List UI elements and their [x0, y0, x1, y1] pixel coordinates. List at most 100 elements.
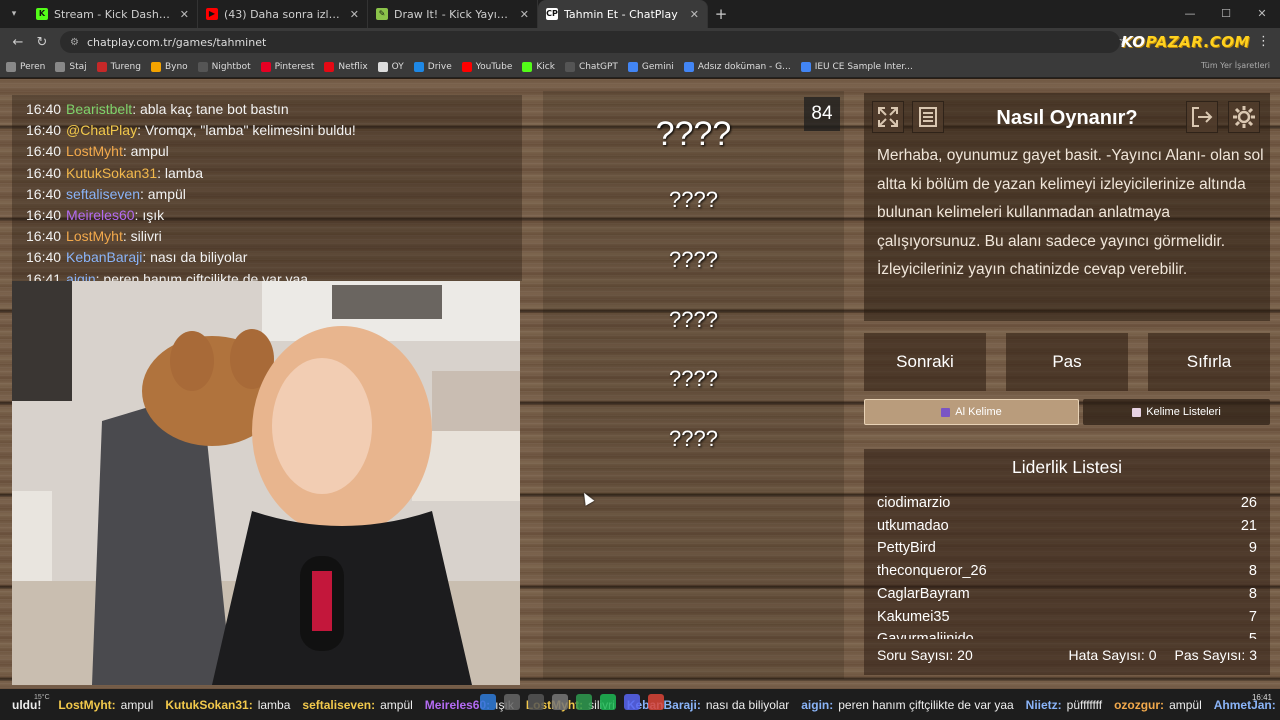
chat-time: 16:40: [26, 143, 62, 160]
spotify-icon[interactable]: [600, 694, 616, 710]
bookmark-item[interactable]: Netflix: [324, 61, 368, 72]
tab-title: (43) Daha sonra izle - YouTube: [224, 7, 344, 21]
bookmark-item[interactable]: Peren: [6, 61, 45, 72]
chrome-icon[interactable]: [648, 694, 664, 710]
bookmark-item[interactable]: Drive: [413, 61, 452, 72]
get-word-button[interactable]: Al Kelime: [864, 399, 1079, 425]
tab-search-icon[interactable]: ▾: [0, 0, 28, 28]
browser-tab[interactable]: ▶ (43) Daha sonra izle - YouTube ✕: [198, 0, 368, 28]
new-tab-button[interactable]: +: [708, 5, 734, 23]
chat-message: 16:41 aigin: peren hanım çiftçilikte de v…: [26, 269, 522, 281]
word-lists-button[interactable]: Kelime Listeleri: [1083, 399, 1270, 425]
whatsapp-icon[interactable]: [576, 694, 592, 710]
hidden-word: ????: [669, 247, 718, 272]
browser-tab[interactable]: CP Tahmin Et - ChatPlay ✕: [538, 0, 708, 28]
settings-gear-icon[interactable]: [1228, 101, 1260, 133]
reload-icon[interactable]: ↻: [30, 35, 54, 50]
ticker-message: ampül: [1169, 697, 1202, 712]
exit-icon[interactable]: [1186, 101, 1218, 133]
pass-button[interactable]: Pas: [1006, 333, 1128, 391]
player-score: 8: [1248, 563, 1257, 580]
leaderboard-row: ciodimarzio 26: [877, 492, 1257, 515]
bookmark-label: ChatGPT: [578, 61, 618, 72]
discord-icon[interactable]: [552, 694, 568, 710]
bookmark-item[interactable]: Pinterest: [260, 61, 314, 72]
chat-time: 16:40: [26, 249, 62, 266]
tab-close-icon[interactable]: ✕: [690, 8, 699, 21]
ticker-message: ampul: [120, 697, 154, 712]
site-info-icon[interactable]: ⚙: [70, 37, 79, 48]
taskbar-clock: 16:41: [1251, 693, 1272, 702]
chat-username[interactable]: KebanBaraji: [66, 249, 142, 265]
chat-separator: :: [157, 164, 165, 181]
chat-separator: :: [122, 228, 131, 245]
next-button[interactable]: Sonraki: [864, 333, 986, 391]
maximize-icon[interactable]: ☐: [1208, 0, 1244, 28]
bookmark-item[interactable]: YouTube: [461, 61, 513, 72]
chat-username[interactable]: seftaliseven: [66, 186, 140, 202]
browser-tab[interactable]: K Stream - Kick Dashboard ✕: [28, 0, 198, 28]
chat-overlay: 16:40 Bearistbelt: abla kaç tane bot bast…: [12, 95, 522, 281]
tab-close-icon[interactable]: ✕: [520, 8, 529, 21]
minimize-icon[interactable]: —: [1172, 0, 1208, 28]
chat-message: 16:40 Bearistbelt: abla kaç tane bot bast…: [26, 99, 522, 120]
bookmark-item[interactable]: IEU CE Sample Inter...: [800, 61, 913, 72]
task-view-icon[interactable]: [528, 694, 544, 710]
bookmark-item[interactable]: Adsız doküman - G...: [683, 61, 791, 72]
word-panel: 84 ???? ????????????????????: [543, 91, 844, 679]
how-to-play-panel: Nasıl Oynanır? Merhaba, oyunumuz gayet b…: [864, 93, 1270, 321]
url-field[interactable]: ⚙ chatplay.com.tr/games/tahminet: [60, 31, 1120, 53]
search-icon[interactable]: [504, 694, 520, 710]
ticker-username: aigin:: [801, 697, 834, 712]
weather-widget[interactable]: 15°C: [34, 694, 50, 701]
url-text: chatplay.com.tr/games/tahminet: [86, 35, 267, 49]
bookmark-item[interactable]: ChatGPT: [564, 61, 618, 72]
ticker-username: LostMyht:: [58, 697, 116, 712]
browser-tab[interactable]: ✎ Draw It! - Kick Yayınları İçin Çizi ✕: [368, 0, 538, 28]
chat-username[interactable]: KutukSokan31: [66, 165, 157, 181]
player-name: CaglarBayram: [877, 585, 970, 602]
chat-username[interactable]: Meireles60: [66, 207, 134, 223]
bookmark-icon: [800, 61, 811, 72]
chat-username[interactable]: aigin: [66, 271, 96, 281]
chat-separator: :: [122, 143, 131, 160]
chat-username[interactable]: LostMyht: [66, 143, 123, 159]
bookmark-item[interactable]: Gemini: [627, 61, 674, 72]
chat-username[interactable]: Bearistbelt: [66, 101, 132, 117]
leaderboard-row: utkumadao 21: [877, 515, 1257, 538]
bookmark-item[interactable]: Nightbot: [197, 61, 251, 72]
tab-favicon-icon: ▶: [206, 8, 218, 20]
bookmark-icon: [6, 61, 16, 72]
bookmark-item[interactable]: Kick: [522, 61, 555, 72]
reset-button[interactable]: Sıfırla: [1148, 333, 1270, 391]
tab-close-icon[interactable]: ✕: [350, 8, 359, 21]
bookmark-item[interactable]: Tureng: [96, 61, 141, 72]
back-icon[interactable]: ←: [6, 35, 30, 50]
leaderboard-list[interactable]: ciodimarzio 26 utkumadao 21 PettyBird 9 thecon…: [877, 492, 1257, 639]
main-hidden-word: ????: [655, 115, 732, 153]
chat-username[interactable]: @ChatPlay: [66, 122, 137, 138]
bookmark-item[interactable]: Staj: [55, 61, 87, 72]
tab-close-icon[interactable]: ✕: [180, 8, 189, 21]
windows-start-icon[interactable]: [480, 694, 496, 710]
player-score: 21: [1240, 517, 1257, 534]
bookmark-icon: [627, 61, 638, 72]
tab-bar: ▾ K Stream - Kick Dashboard ✕ ▶ (43) Daha so…: [0, 0, 1280, 28]
chat-text: Vromqx, "lamba" kelimesini buldu!: [144, 122, 356, 139]
close-window-icon[interactable]: ✕: [1244, 0, 1280, 28]
bookmark-item[interactable]: Byno: [150, 61, 188, 72]
ticker-username: ozozgur:: [1114, 697, 1165, 712]
player-score: 26: [1240, 495, 1257, 511]
tab-title: Draw It! - Kick Yayınları İçin Çizi: [394, 7, 514, 21]
bookmark-label: YouTube: [475, 61, 513, 72]
ticker-message: püfffffff: [1066, 697, 1103, 712]
app-icon[interactable]: [624, 694, 640, 710]
leaderboard-row: PettyBird 9: [877, 537, 1257, 560]
bookmark-item[interactable]: OY: [377, 61, 404, 72]
bookmark-label: Nightbot: [211, 61, 251, 72]
more-menu-icon[interactable]: ⋮: [1257, 34, 1270, 49]
all-bookmarks[interactable]: Tüm Yer İşaretleri: [1201, 61, 1270, 70]
chat-username[interactable]: LostMyht: [66, 228, 123, 244]
ticker-message: ampül: [380, 697, 413, 712]
chat-time: 16:41: [26, 270, 62, 281]
